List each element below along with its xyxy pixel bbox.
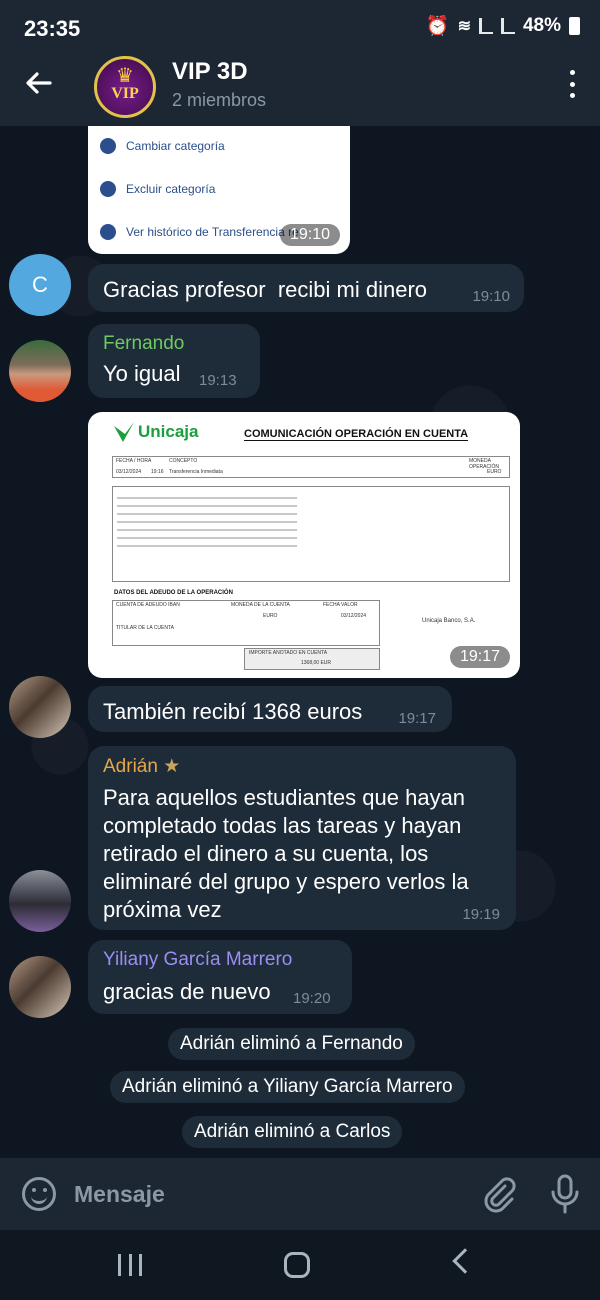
message-time: 19:10 (280, 224, 341, 246)
menu-item-1: Cambiar categoría (100, 138, 225, 154)
more-options-icon[interactable] (568, 70, 576, 98)
receipt-debit-box: CUENTA DE ADEUDO IBAN MONEDA DE LA CUENT… (112, 600, 380, 646)
tag-icon (100, 138, 116, 154)
back-arrow-icon[interactable] (24, 68, 58, 102)
signal-icon-2 (500, 18, 515, 34)
sender-name[interactable]: Fernando (103, 333, 184, 355)
message-bubble[interactable]: Adrián ★ Para aquellos estudiantes que h… (88, 746, 516, 930)
avatar-c[interactable]: C (9, 254, 71, 316)
message-bubble[interactable]: Gracias profesor recibi mi dinero 19:10 (88, 264, 524, 312)
star-icon: ★ (163, 756, 181, 777)
avatar-vip-text: VIP (111, 85, 139, 102)
avatar-yiliany[interactable] (9, 956, 71, 1018)
sender-name[interactable]: Adrián ★ (103, 755, 180, 778)
chat-area[interactable]: Cambiar categoría Excluir categoría Ver … (0, 126, 600, 1158)
status-time: 23:35 (24, 16, 81, 41)
group-avatar[interactable]: ♛ VIP (94, 56, 156, 118)
tag-icon (100, 224, 116, 240)
receipt-title: COMUNICACIÓN OPERACIÓN EN CUENTA (244, 428, 469, 441)
message-input[interactable] (74, 1178, 454, 1210)
tag-icon (100, 181, 116, 197)
message-text: Gracias profesor recibi mi dinero (103, 277, 428, 302)
attach-paperclip-icon[interactable] (478, 1174, 518, 1214)
battery-percent: 48% (522, 15, 561, 36)
system-message: Adrián eliminó a Carlos (182, 1116, 403, 1148)
emoji-icon[interactable] (22, 1177, 56, 1211)
datos-label: DATOS DEL ADEUDO DE LA OPERACIÓN (114, 590, 233, 596)
message-text: Para aquellos estudiantes que hayan comp… (103, 785, 469, 922)
avatar-user[interactable] (9, 676, 71, 738)
message-text: Yo igual (103, 361, 181, 386)
avatar-adrian[interactable] (9, 870, 71, 932)
status-icons: ⏰ ≋ 48% (426, 14, 580, 38)
receipt-image[interactable]: Unicaja COMUNICACIÓN OPERACIÓN EN CUENTA… (88, 412, 520, 678)
message-text: También recibí 1368 euros (103, 699, 363, 724)
message-time: 19:20 (293, 990, 331, 1007)
crown-icon: ♛ (116, 65, 134, 87)
receipt-amount-box: IMPORTE ANOTADO EN CUENTA 1368,00 EUR (244, 648, 380, 670)
member-count: 2 miembros (172, 90, 267, 110)
message-bubble[interactable]: Yiliany García Marrero gracias de nuevo … (88, 940, 352, 1014)
receipt-header-row: FECHA / HORA CONCEPTO MONEDA OPERACIÓN 0… (112, 456, 510, 478)
battery-icon (569, 17, 580, 35)
microphone-icon[interactable] (548, 1172, 582, 1216)
system-message: Adrián eliminó a Yiliany García Marrero (110, 1071, 465, 1103)
wifi-icon: ≋ (457, 18, 471, 35)
chat-title[interactable]: VIP 3D (172, 58, 248, 86)
message-time: 19:17 (398, 710, 436, 727)
menu-item-3: Ver histórico de Transferencia re (100, 224, 299, 240)
message-time: 19:17 (450, 646, 511, 668)
home-icon[interactable] (284, 1252, 310, 1278)
unicaja-logo-icon (114, 422, 134, 442)
avatar-fernando[interactable] (9, 340, 71, 402)
status-bar: 23:35 ⏰ ≋ 48% (0, 0, 600, 54)
message-time: 19:19 (462, 906, 500, 923)
message-bubble[interactable]: También recibí 1368 euros 19:17 (88, 686, 452, 732)
message-input-bar (0, 1158, 600, 1230)
sender-name[interactable]: Yiliany García Marrero (103, 949, 292, 971)
nav-back-icon[interactable] (452, 1248, 478, 1274)
signal-icon (478, 18, 493, 34)
redacted-details (117, 491, 297, 551)
screenshot-image[interactable]: Cambiar categoría Excluir categoría Ver … (88, 126, 350, 254)
message-time: 19:10 (472, 288, 510, 305)
message-text: gracias de nuevo (103, 979, 271, 1004)
system-nav-bar (0, 1230, 600, 1300)
message-bubble[interactable]: Fernando Yo igual 19:13 (88, 324, 260, 398)
message-time: 19:13 (199, 372, 237, 389)
system-message: Adrián eliminó a Fernando (168, 1028, 415, 1060)
chat-header: ♛ VIP VIP 3D 2 miembros (0, 54, 600, 126)
receipt-footer: Unicaja Banco, S.A. (422, 618, 476, 624)
recents-icon[interactable] (118, 1254, 142, 1276)
receipt-details-box (112, 486, 510, 582)
menu-item-2: Excluir categoría (100, 181, 215, 197)
unicaja-logo: Unicaja (114, 422, 198, 442)
alarm-icon: ⏰ (425, 16, 450, 37)
